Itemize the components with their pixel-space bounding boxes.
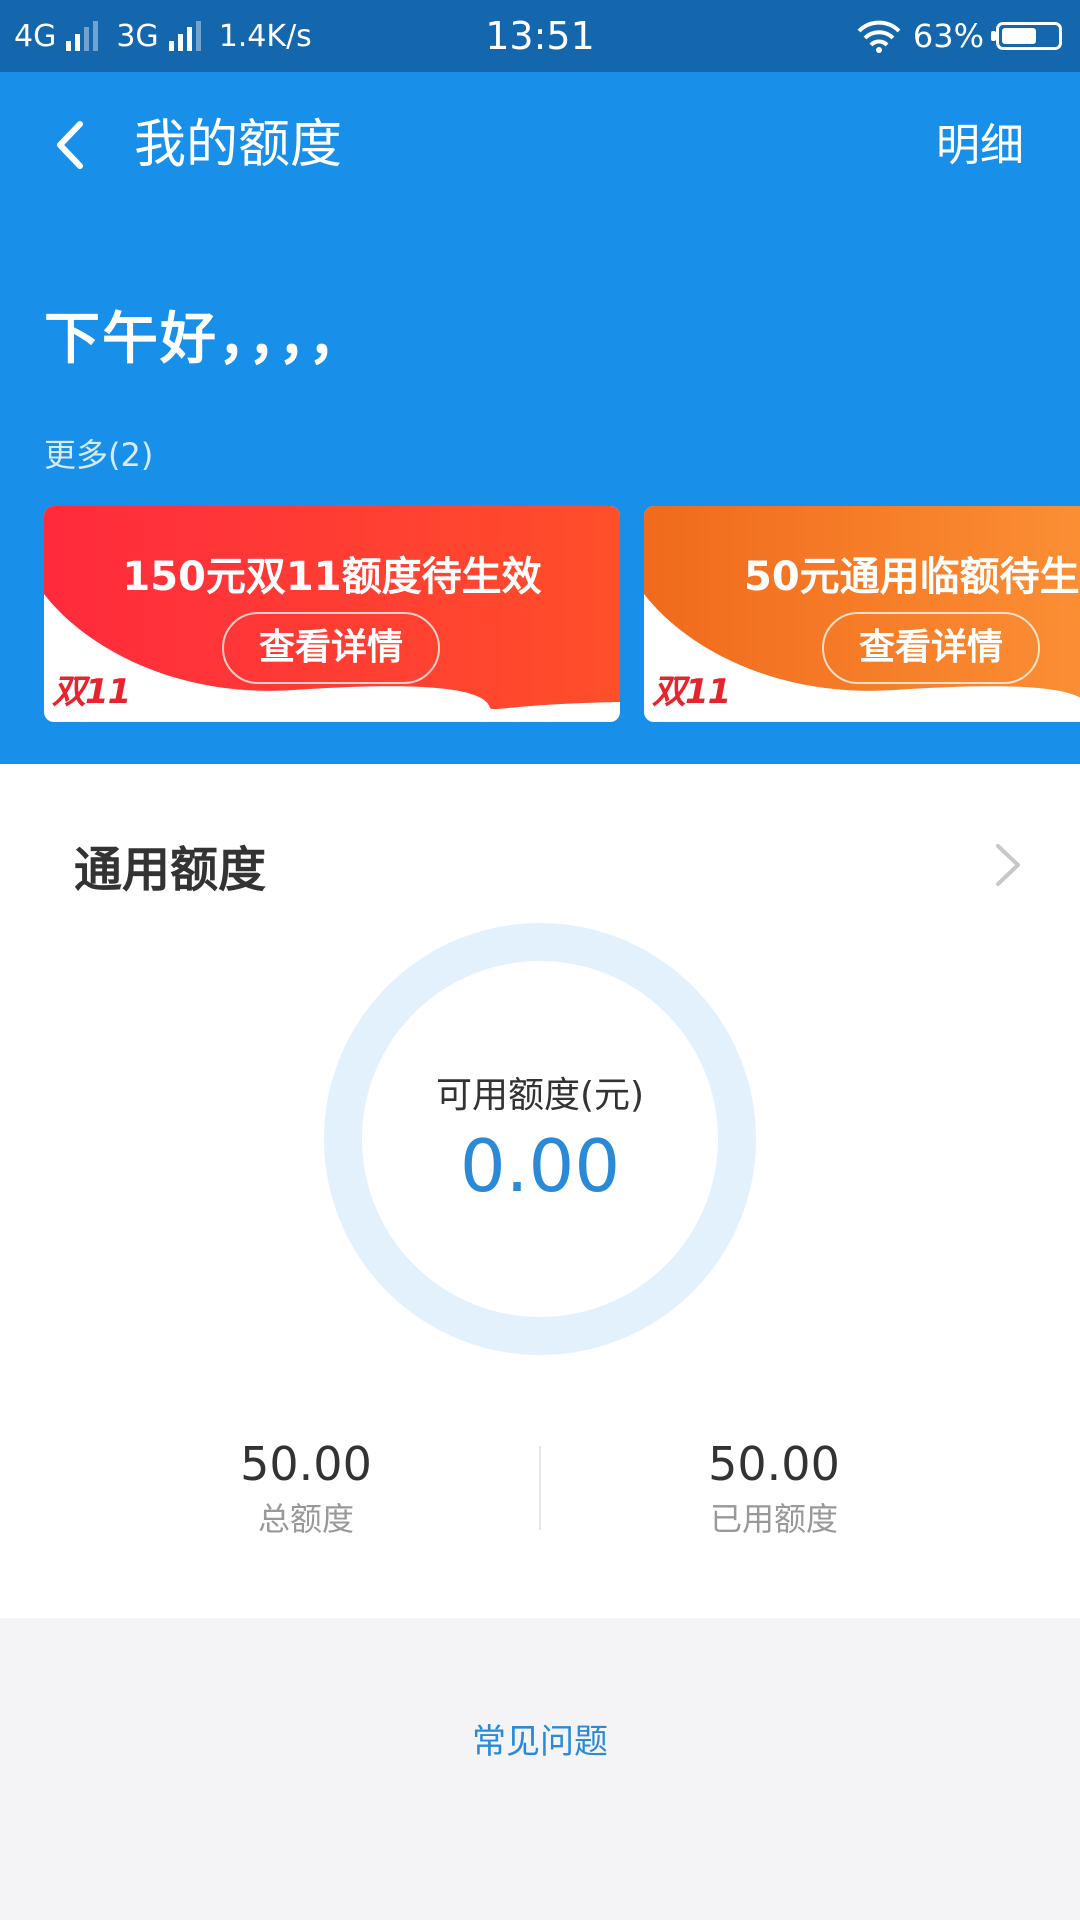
double11-logo: 双11	[652, 672, 731, 712]
view-details-button[interactable]: 查看详情	[822, 612, 1040, 684]
used-credit-label: 已用额度	[709, 1500, 838, 1538]
promo-card[interactable]: 50元通用临额待生效 查看详情 双11	[644, 506, 1080, 722]
battery-percent: 63%	[912, 17, 984, 55]
double11-logo: 双11	[52, 672, 131, 712]
section-title[interactable]: 通用额度	[74, 830, 266, 900]
total-credit-value: 50.00	[240, 1437, 372, 1491]
promo-card[interactable]: 150元双11额度待生效 查看详情 双11	[44, 506, 620, 722]
available-credit-value: 0.00	[459, 1124, 621, 1208]
faq-link[interactable]: 常见问题	[0, 1714, 1080, 1763]
chevron-right-icon[interactable]	[988, 840, 1028, 890]
total-credit: 50.00 总额度	[106, 1434, 506, 1542]
page-title: 我的额度	[134, 115, 343, 175]
credit-panel: 通用额度 可用额度(元) 0.00 50.00 总额度 50.00 已用额度	[0, 764, 1080, 1618]
promo-title: 50元通用临额待生效	[744, 554, 1080, 600]
more-link[interactable]: 更多(2)	[44, 430, 153, 476]
stat-divider	[539, 1446, 541, 1530]
view-details-button[interactable]: 查看详情	[222, 612, 440, 684]
wifi-icon	[857, 20, 901, 53]
greeting-text: 下午好，，，，	[44, 307, 366, 372]
available-credit-label: 可用额度(元)	[435, 1075, 645, 1116]
detail-button[interactable]: 明细	[936, 114, 1024, 178]
status-bar: 4G 3G 1.4K/s 13:51 63%	[0, 0, 1080, 72]
status-right: 63%	[857, 0, 1062, 72]
header-area: 我的额度 明细 下午好，，，， 更多(2) 150元双11额度待生效 查看详情 …	[0, 72, 1080, 764]
used-credit-value: 50.00	[708, 1437, 840, 1491]
used-credit: 50.00 已用额度	[574, 1434, 974, 1542]
total-credit-label: 总额度	[257, 1500, 354, 1538]
promo-title: 150元双11额度待生效	[122, 554, 542, 600]
back-arrow-icon[interactable]	[48, 120, 98, 170]
promo-carousel[interactable]: 150元双11额度待生效 查看详情 双11 50元通用临额待生效 查看详情 双1…	[44, 506, 1080, 722]
battery-icon	[991, 22, 1062, 50]
